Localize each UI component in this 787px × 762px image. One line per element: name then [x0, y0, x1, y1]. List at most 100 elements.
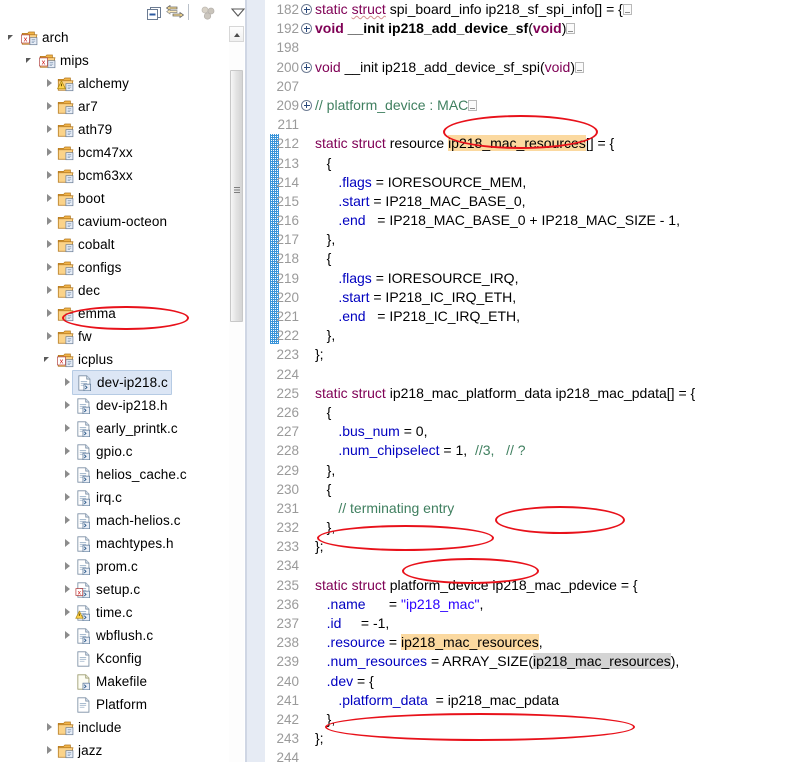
tree-item-content[interactable]: x mips: [39, 49, 89, 72]
tree-item-dev-ip218-c[interactable]: dev-ip218.c: [0, 370, 228, 395]
code-line[interactable]: 228 .num_chipselect = 1, //3, // ?: [265, 441, 787, 460]
tree-item-content[interactable]: dec: [57, 279, 100, 302]
tree-item-content[interactable]: jazz: [57, 739, 102, 762]
expand-arrow-closed-icon[interactable]: [62, 469, 73, 480]
expand-arrow-closed-icon[interactable]: [62, 423, 73, 434]
code-line[interactable]: 223};: [265, 345, 787, 364]
tree-item-ath79[interactable]: ath79: [0, 118, 228, 141]
tree-item-mach-helios-c[interactable]: mach-helios.c: [0, 509, 228, 532]
tree-item-content[interactable]: ar7: [57, 95, 98, 118]
code-line[interactable]: 227 .bus_num = 0,: [265, 422, 787, 441]
collapse-all-icon[interactable]: [144, 3, 164, 23]
tree-item-content[interactable]: bcm63xx: [57, 164, 133, 187]
scroll-thumb[interactable]: [230, 70, 243, 322]
expand-arrow-closed-icon[interactable]: [44, 331, 55, 342]
expand-arrow-closed-icon[interactable]: [62, 630, 73, 641]
expand-arrow-closed-icon[interactable]: [44, 216, 55, 227]
tree-item-content[interactable]: gpio.c: [75, 440, 133, 463]
tree-item-makefile[interactable]: Makefile: [0, 670, 228, 693]
code-line[interactable]: 230 {: [265, 480, 787, 499]
tree-item-cobalt[interactable]: cobalt: [0, 233, 228, 256]
code-line[interactable]: 240 .dev = {: [265, 672, 787, 691]
expand-arrow-closed-icon[interactable]: [44, 239, 55, 250]
expand-arrow-closed-icon[interactable]: [44, 193, 55, 204]
code-line[interactable]: 192 void __init ip218_add_device_sf(void): [265, 19, 787, 38]
expand-arrow-closed-icon[interactable]: [44, 170, 55, 181]
fold-expand-icon[interactable]: [301, 61, 312, 73]
tree-item-emma[interactable]: emma: [0, 302, 228, 325]
tree-item-content[interactable]: bcm47xx: [57, 141, 133, 164]
code-line[interactable]: 217 },: [265, 230, 787, 249]
tree-item-prom-c[interactable]: prom.c: [0, 555, 228, 578]
tree-item-content[interactable]: emma: [57, 302, 116, 325]
tree-item-content[interactable]: x icplus: [57, 348, 113, 371]
code-line[interactable]: 241 .platform_data = ip218_mac_pdata: [265, 691, 787, 710]
tree-item-time-c[interactable]: time.c: [0, 601, 228, 624]
expand-arrow-closed-icon[interactable]: [62, 492, 73, 503]
fold-expand-icon[interactable]: [301, 4, 312, 15]
expand-arrow-closed-icon[interactable]: [62, 446, 73, 457]
expand-arrow-closed-icon[interactable]: [44, 78, 55, 89]
tree-item-mips[interactable]: x mips: [0, 49, 228, 72]
tree-item-dev-ip218-h[interactable]: dev-ip218.h: [0, 394, 228, 417]
tree-item-bcm47xx[interactable]: bcm47xx: [0, 141, 228, 164]
expand-arrow-closed-icon[interactable]: [62, 400, 73, 411]
code-line[interactable]: 224: [265, 365, 787, 384]
code-line[interactable]: 220 .start = IP218_IC_IRQ_ETH,: [265, 288, 787, 307]
tree-item-kconfig[interactable]: Kconfig: [0, 647, 228, 670]
folded-region-icon[interactable]: [468, 99, 478, 111]
code-line[interactable]: 200 void __init ip218_add_device_sf_spi(v…: [265, 58, 787, 77]
code-line[interactable]: 198: [265, 38, 787, 57]
code-line[interactable]: 213 {: [265, 154, 787, 173]
expand-arrow-closed-icon[interactable]: [44, 101, 55, 112]
tree-item-content[interactable]: x arch: [21, 26, 69, 49]
expand-arrow-closed-icon[interactable]: [44, 147, 55, 158]
code-line[interactable]: 215 .start = IP218_MAC_BASE_0,: [265, 192, 787, 211]
tree-item-platform[interactable]: Platform: [0, 693, 228, 716]
tree-item-content[interactable]: dev-ip218.h: [75, 394, 168, 417]
expand-arrow-closed-icon[interactable]: [44, 285, 55, 296]
expand-arrow-closed-icon[interactable]: [44, 745, 55, 756]
code-line[interactable]: 242 },: [265, 710, 787, 729]
code-line[interactable]: 231 // terminating entry: [265, 499, 787, 518]
tree-item-bcm63xx[interactable]: bcm63xx: [0, 164, 228, 187]
expand-arrow-closed-icon[interactable]: [62, 561, 73, 572]
code-line[interactable]: 243};: [265, 729, 787, 748]
code-line[interactable]: 218 {: [265, 249, 787, 268]
code-line[interactable]: 236 .name = "ip218_mac",: [265, 595, 787, 614]
folded-region-icon[interactable]: [566, 23, 576, 35]
tree-item-content[interactable]: wbflush.c: [75, 624, 153, 647]
code-line[interactable]: 222 },: [265, 326, 787, 345]
expand-arrow-closed-icon[interactable]: [62, 584, 73, 595]
tree-item-arch[interactable]: x arch: [0, 26, 228, 49]
code-line[interactable]: 211: [265, 115, 787, 134]
expand-arrow-closed-icon[interactable]: [44, 308, 55, 319]
expand-arrow-closed-icon[interactable]: [62, 377, 73, 388]
tree-item-early-printk-c[interactable]: early_printk.c: [0, 417, 228, 440]
tree-item-content[interactable]: configs: [57, 256, 121, 279]
code-line[interactable]: 216 .end = IP218_MAC_BASE_0 + IP218_MAC_…: [265, 211, 787, 230]
tree-item-content[interactable]: helios_cache.c: [75, 463, 187, 486]
tree-item-content[interactable]: irq.c: [75, 486, 122, 509]
tree-item-irq-c[interactable]: irq.c: [0, 486, 228, 509]
tree-item-alchemy[interactable]: alchemy: [0, 72, 228, 95]
tree-item-configs[interactable]: configs: [0, 256, 228, 279]
tree-item-content[interactable]: ath79: [57, 118, 112, 141]
tree-item-boot[interactable]: boot: [0, 187, 228, 210]
code-line[interactable]: 182 static struct spi_board_info ip218_sf…: [265, 0, 787, 19]
code-line[interactable]: 225 static struct ip218_mac_platform_data…: [265, 384, 787, 403]
code-line[interactable]: 235 static struct platform_device ip218_m…: [265, 576, 787, 595]
tree-item-content[interactable]: fw: [57, 325, 92, 348]
code-line[interactable]: 226 {: [265, 403, 787, 422]
code-line[interactable]: 207: [265, 77, 787, 96]
code-line[interactable]: 214 .flags = IORESOURCE_MEM,: [265, 173, 787, 192]
expand-arrow-closed-icon[interactable]: [62, 607, 73, 618]
code-line[interactable]: 212 static struct resource ip218_mac_reso…: [265, 134, 787, 153]
tree-item-content[interactable]: early_printk.c: [75, 417, 178, 440]
tree-item-selected[interactable]: dev-ip218.c: [72, 370, 172, 395]
tree-item-jazz[interactable]: jazz: [0, 739, 228, 762]
tree-item-content[interactable]: machtypes.h: [75, 532, 174, 555]
tree-item-content[interactable]: Makefile: [75, 670, 147, 693]
code-editor[interactable]: 182 static struct spi_board_info ip218_sf…: [265, 0, 787, 762]
code-line[interactable]: 237 .id = -1,: [265, 614, 787, 633]
